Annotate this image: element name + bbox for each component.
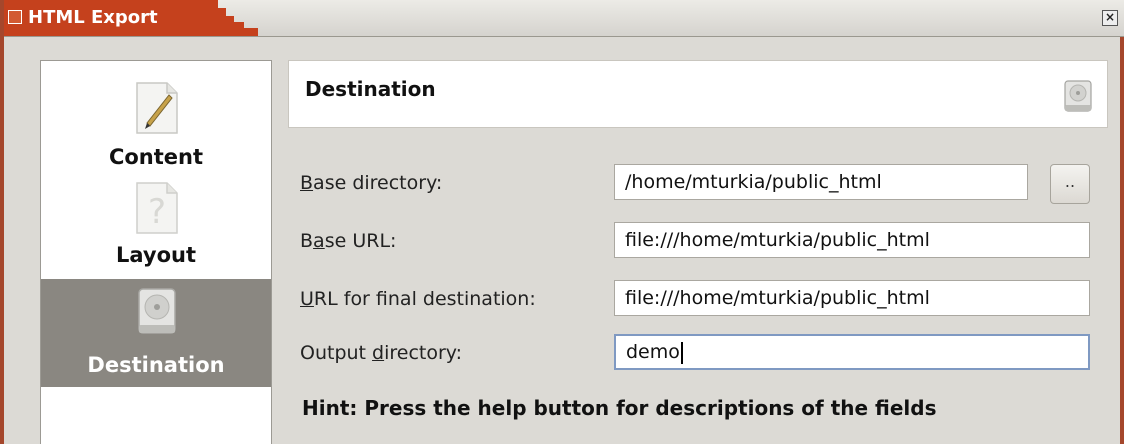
pencil-icon (136, 82, 178, 134)
svg-text:?: ? (148, 192, 166, 232)
title-decoration (234, 22, 244, 36)
base-directory-label: Base directory: (300, 172, 443, 194)
final-url-field[interactable]: file:///home/mturkia/public_html (614, 280, 1090, 316)
harddisk-icon (138, 288, 176, 334)
sidebar-item-content[interactable]: Content (41, 71, 271, 177)
output-directory-field[interactable]: demo (614, 334, 1090, 370)
title-decoration (204, 0, 218, 36)
question-icon: ? (136, 182, 178, 234)
title-tab: HTML Export (4, 0, 204, 36)
sidebar-item-label: Destination (87, 353, 225, 377)
sidebar-item-label: Content (108, 145, 204, 169)
base-url-label: Base URL: (300, 230, 397, 252)
base-url-field[interactable]: file:///home/mturkia/public_html (614, 222, 1090, 258)
title-bar[interactable]: HTML Export × (4, 0, 1124, 37)
sidebar-item-destination[interactable]: Destination (41, 279, 271, 387)
output-directory-label: Output directory: (300, 342, 463, 364)
close-button[interactable]: × (1102, 10, 1118, 26)
base-directory-field[interactable]: /home/mturkia/public_html (614, 164, 1028, 200)
window-title: HTML Export (28, 7, 158, 28)
final-url-label: URL for final destination: (300, 288, 536, 310)
html-export-window: HTML Export × Content ? Layout Destinati… (0, 0, 1124, 444)
sidebar-item-layout[interactable]: ? Layout (41, 177, 271, 279)
output-directory-value: demo (626, 341, 680, 363)
browse-button[interactable]: .. (1050, 164, 1090, 204)
close-icon: × (1104, 10, 1116, 24)
harddisk-icon (1064, 80, 1092, 112)
sidebar-nav: Content ? Layout Destination (40, 60, 272, 444)
section-header: Destination (288, 60, 1108, 128)
text-caret (680, 341, 683, 364)
page-title: Destination (305, 77, 436, 101)
title-decoration (218, 8, 226, 36)
title-decoration (244, 28, 258, 36)
hint-text: Hint: Press the help button for descript… (302, 396, 937, 420)
title-decoration (226, 16, 234, 36)
sidebar-item-label: Layout (115, 243, 196, 267)
app-icon (8, 10, 22, 24)
